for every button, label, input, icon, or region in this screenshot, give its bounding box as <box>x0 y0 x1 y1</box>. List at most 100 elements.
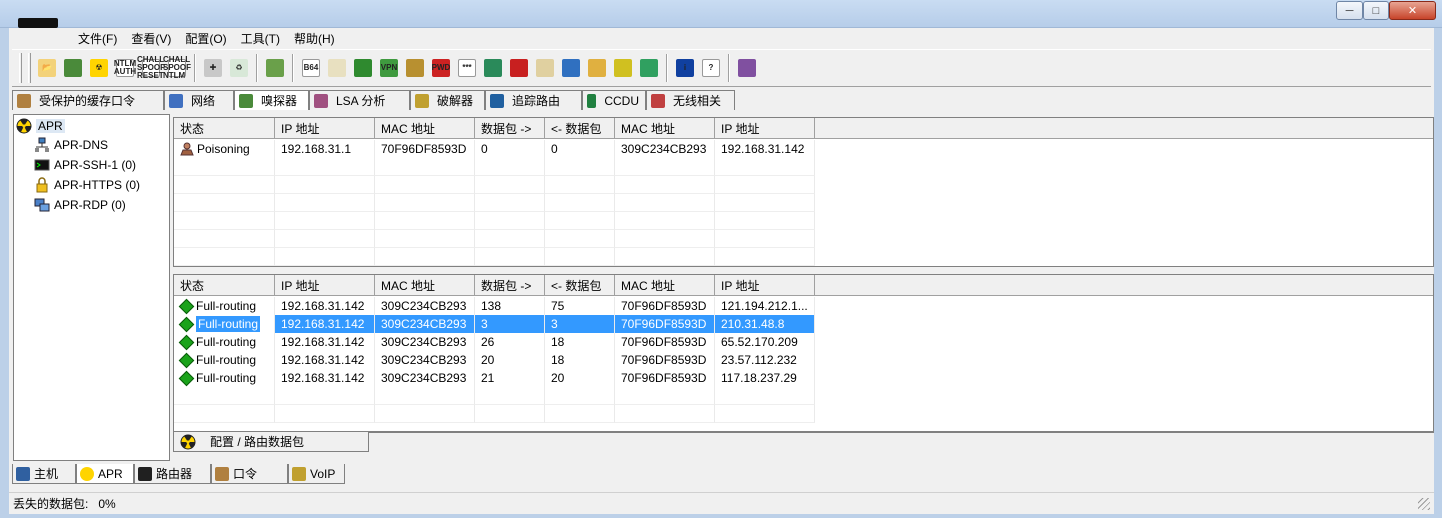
wallet-button[interactable] <box>610 56 636 80</box>
table-cell <box>375 194 475 212</box>
table-row[interactable]: Full-routing 192.168.31.142 309C234CB293 3 3… <box>174 315 815 333</box>
divider <box>369 432 1434 433</box>
maximize-button[interactable]: □ <box>1363 1 1389 20</box>
column-header[interactable]: 数据包 -> <box>475 275 545 296</box>
info-button[interactable]: i <box>672 56 698 80</box>
column-header[interactable]: 数据包 -> <box>475 118 545 139</box>
table-row[interactable]: Full-routing 192.168.31.142 309C234CB293 21… <box>174 369 815 387</box>
box-button[interactable] <box>480 56 506 80</box>
table-cell <box>375 212 475 230</box>
tab-wireless[interactable]: 无线相关 <box>646 90 735 110</box>
table-cell <box>475 248 545 266</box>
apr-tree: APR APR-DNS APR-SSH-1 (0) APR-HTTPS (0) … <box>13 114 170 461</box>
bottom-tab-password[interactable]: 口令 <box>211 464 288 484</box>
table-row[interactable]: Full-routing 192.168.31.142 309C234CB293 13… <box>174 297 815 315</box>
toolbar-grip[interactable] <box>19 53 22 83</box>
tab-network[interactable]: 网络 <box>164 90 234 110</box>
tab-cracker[interactable]: 破解器 <box>410 90 485 110</box>
lock-icon <box>34 177 50 193</box>
column-header[interactable]: IP 地址 <box>715 275 815 296</box>
column-header[interactable]: IP 地址 <box>715 118 815 139</box>
tree-node-apr[interactable]: APR <box>16 117 65 135</box>
network-scan-icon <box>354 59 372 77</box>
users-button[interactable] <box>558 56 584 80</box>
table-row[interactable]: Full-routing 192.168.31.142 309C234CB293 20… <box>174 351 815 369</box>
table-cell <box>715 387 815 405</box>
table-row-empty <box>174 387 815 405</box>
column-header[interactable]: <- 数据包 <box>545 118 615 139</box>
tree-node-apr-rdp[interactable]: APR-RDP (0) <box>34 196 126 214</box>
network-scan-button[interactable] <box>350 56 376 80</box>
resize-grip[interactable] <box>1418 498 1430 510</box>
table-cell: 20 <box>475 351 545 369</box>
menu-help[interactable]: 帮助(H) <box>294 30 335 47</box>
sniffer-start-button[interactable] <box>60 56 86 80</box>
exit-button[interactable] <box>734 56 760 80</box>
vpn-button[interactable]: VPN <box>376 56 402 80</box>
table-header: 状态 IP 地址 MAC 地址 数据包 -> <- 数据包 MAC 地址 IP 地址 <box>174 275 1433 296</box>
wireless-button[interactable] <box>636 56 662 80</box>
minimize-button[interactable]: ─ <box>1336 1 1363 20</box>
certificate-button[interactable] <box>584 56 610 80</box>
column-header[interactable]: MAC 地址 <box>375 118 475 139</box>
tab-protected-storage[interactable]: 受保护的缓存口令 <box>12 90 164 110</box>
chall-spoof-ntlm-button[interactable]: CHALL SPOOF NTLM <box>163 56 191 80</box>
tab-lsa[interactable]: LSA 分析 <box>309 90 410 110</box>
table-cell <box>375 158 475 176</box>
help-button[interactable]: ? <box>698 56 724 80</box>
menu-tools[interactable]: 工具(T) <box>241 30 280 47</box>
column-header[interactable]: MAC 地址 <box>615 118 715 139</box>
bottom-tab-host[interactable]: 主机 <box>12 464 76 484</box>
toolbar-grip[interactable] <box>28 53 31 83</box>
title-bar: ─ □ ✕ <box>0 0 1442 28</box>
tree-node-apr-dns[interactable]: APR-DNS <box>34 136 108 154</box>
open-button[interactable]: 📂 <box>34 56 60 80</box>
ntlm-auth-button[interactable]: NTLM AUTH <box>112 56 138 80</box>
table-cell: Poisoning <box>174 140 275 158</box>
menu-file[interactable]: 文件(F) <box>78 30 117 47</box>
base64-button[interactable]: B64 <box>298 56 324 80</box>
wireless-icon <box>651 93 665 108</box>
table-row[interactable]: Full-routing 192.168.31.142 309C234CB293 26… <box>174 333 815 351</box>
column-header[interactable]: MAC 地址 <box>615 275 715 296</box>
tab-sniffer[interactable]: 嗅探器 <box>234 90 309 110</box>
bottom-tab-voip[interactable]: VoIP <box>288 464 345 484</box>
tab-ccdu[interactable]: CCDU <box>582 90 646 110</box>
tree-node-apr-https[interactable]: APR-HTTPS (0) <box>34 176 140 194</box>
password-mask-button[interactable]: *** <box>454 56 480 80</box>
menu-configure[interactable]: 配置(O) <box>185 30 226 47</box>
table-cell <box>275 212 375 230</box>
cracker-icon <box>415 93 429 108</box>
column-header[interactable]: IP 地址 <box>275 118 375 139</box>
column-header[interactable]: MAC 地址 <box>375 275 475 296</box>
sniffer-icon <box>239 93 253 108</box>
column-header[interactable]: 状态 <box>174 275 275 296</box>
table-cell: 70F96DF8593D <box>615 333 715 351</box>
rdp-button[interactable] <box>506 56 532 80</box>
chall-spoof-reset-button[interactable]: CHALL SPOOF RESET <box>137 56 165 80</box>
close-button[interactable]: ✕ <box>1389 1 1436 20</box>
column-header[interactable]: 状态 <box>174 118 275 139</box>
tab-config-routing-packets[interactable]: 配置 / 路由数据包 <box>173 432 369 452</box>
key-button[interactable] <box>402 56 428 80</box>
bottom-tab-apr[interactable]: APR <box>76 464 134 484</box>
apr-start-button[interactable]: ☢ <box>86 56 112 80</box>
pwd-decoder-button[interactable]: PWD <box>428 56 454 80</box>
tree-node-apr-ssh[interactable]: APR-SSH-1 (0) <box>34 156 136 174</box>
table-cell: 309C234CB293 <box>375 369 475 387</box>
add-button[interactable]: ✚ <box>200 56 226 80</box>
lock-button[interactable] <box>532 56 558 80</box>
table-row[interactable]: Poisoning 192.168.31.1 70F96DF8593D 0 0 309C2… <box>174 140 815 158</box>
menu-view[interactable]: 查看(V) <box>131 30 171 47</box>
toolbar: 📂 ☢ NTLM AUTH CHALL SPOOF RESET CHALL SPOOF … <box>12 49 1431 87</box>
hash-calculator-button[interactable] <box>324 56 350 80</box>
remove-button[interactable]: ♻ <box>226 56 252 80</box>
bottom-tab-router[interactable]: 路由器 <box>134 464 211 484</box>
tab-traceroute[interactable]: 追踪路由 <box>485 90 582 110</box>
radiation-icon <box>180 434 196 450</box>
column-header[interactable]: IP 地址 <box>275 275 375 296</box>
decoder-button[interactable] <box>262 56 288 80</box>
table-cell <box>475 230 545 248</box>
tab-label: 嗅探器 <box>261 94 298 108</box>
column-header[interactable]: <- 数据包 <box>545 275 615 296</box>
